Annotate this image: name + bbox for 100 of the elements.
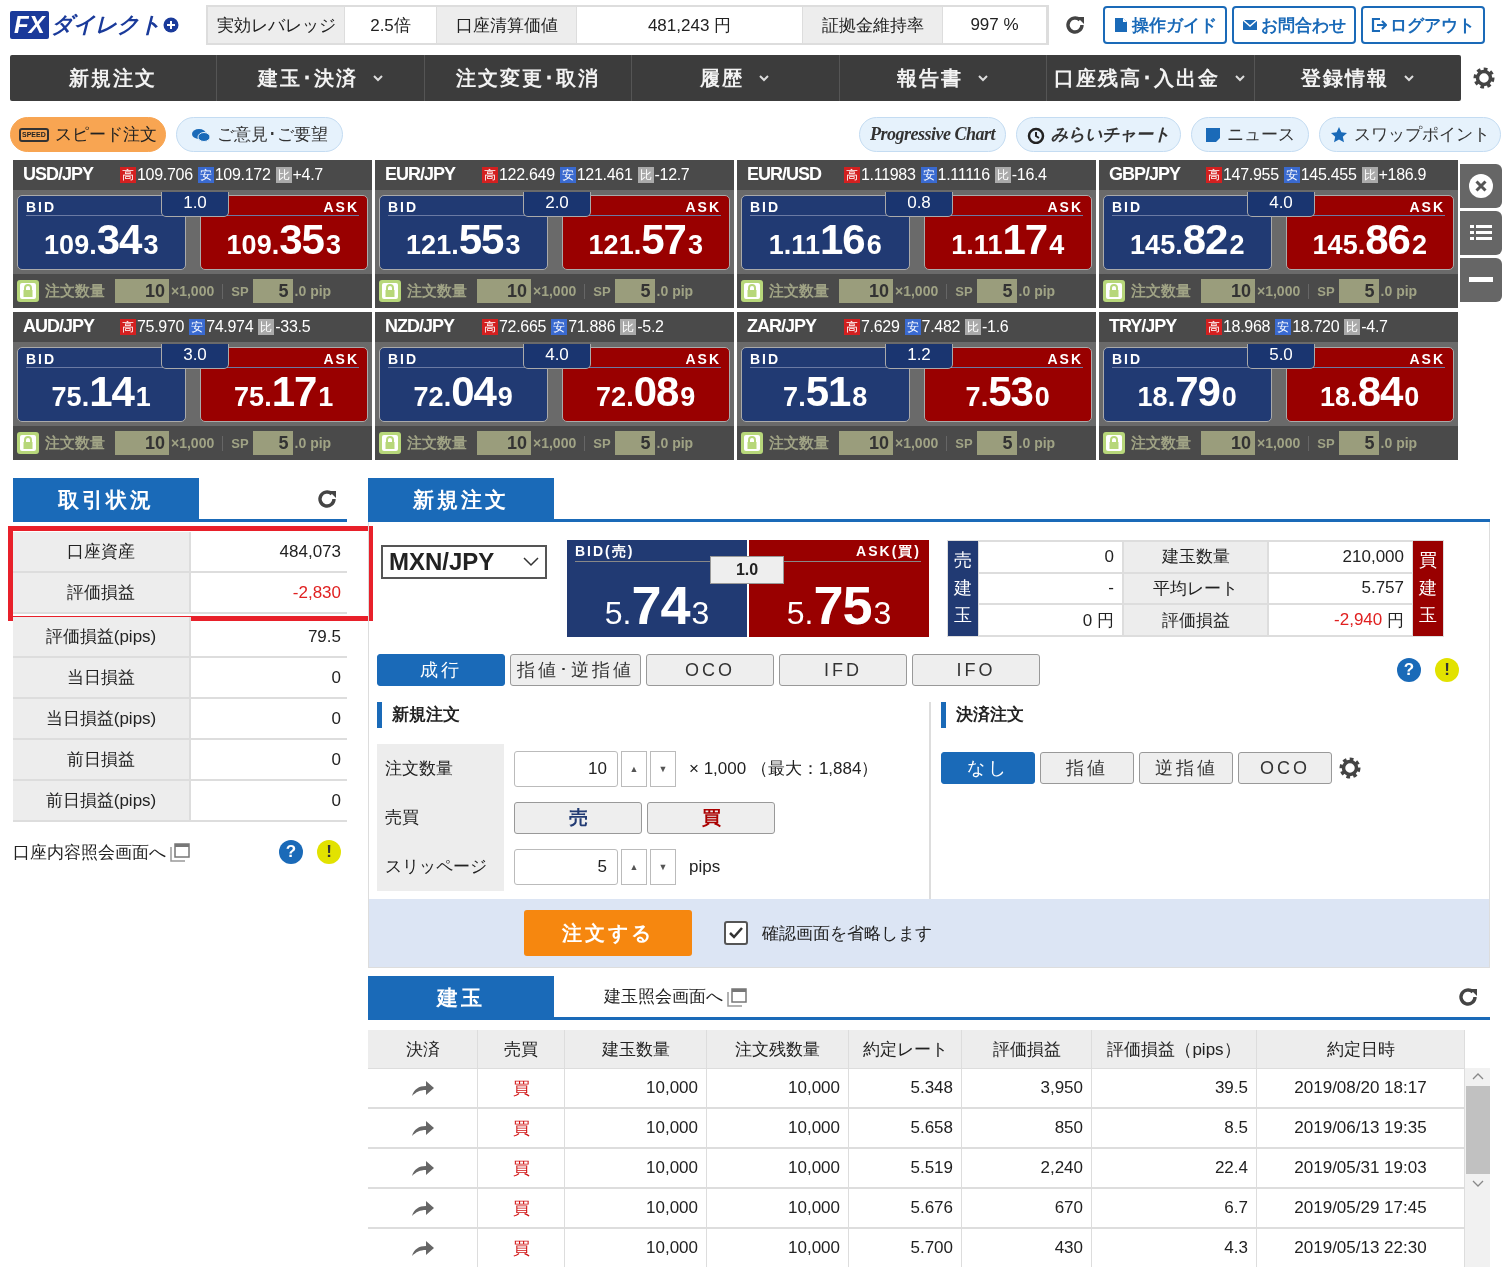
lock-icon[interactable] xyxy=(1103,280,1125,303)
slippage-field[interactable]: 5 xyxy=(252,431,293,456)
slippage-field[interactable]: 5 xyxy=(976,279,1017,304)
table-cell: 5.658 xyxy=(849,1109,962,1149)
positions-link[interactable]: 建玉照会画面へ xyxy=(604,985,723,1008)
notice-icon[interactable]: ! xyxy=(1435,658,1459,682)
nav-item[interactable]: 登録情報 xyxy=(1254,55,1461,101)
slippage-field[interactable]: 5 xyxy=(614,431,655,456)
panel-tab[interactable]: 新規注文 xyxy=(368,478,554,522)
table-cell: 5.348 xyxy=(849,1069,962,1109)
column-header: 売買 xyxy=(478,1030,565,1069)
spread-value: 3.0 xyxy=(161,343,229,369)
checkbox[interactable] xyxy=(724,921,748,945)
slippage-field[interactable]: 5 xyxy=(1338,279,1379,304)
panel-tab[interactable]: 取引状況 xyxy=(13,478,199,522)
toolbar-button[interactable]: ニュース xyxy=(1191,117,1309,152)
slippage-field[interactable]: 5 xyxy=(976,431,1017,456)
account-link[interactable]: 口座内容照会画面へ xyxy=(13,840,166,864)
panel-tab[interactable]: 建玉 xyxy=(368,976,554,1020)
share-arrow-icon[interactable] xyxy=(410,1239,435,1257)
column-header: 建玉数量 xyxy=(565,1030,707,1069)
settings-icon[interactable] xyxy=(1471,65,1497,91)
logo[interactable]: FX ダイレクト xyxy=(10,10,206,40)
lock-icon[interactable] xyxy=(17,280,39,303)
new-window-icon[interactable] xyxy=(170,842,190,862)
share-arrow-icon[interactable] xyxy=(410,1119,435,1137)
increment-button[interactable]: ▲ xyxy=(621,848,647,885)
order-type-tab[interactable]: IFD xyxy=(779,654,907,686)
toolbar-button[interactable]: スワップポイント xyxy=(1319,117,1501,152)
quantity-field[interactable]: 10 xyxy=(477,279,531,304)
toolbar-button[interactable]: みらいチャート xyxy=(1016,117,1181,152)
order-type-tab[interactable]: 成行 xyxy=(377,654,505,686)
lock-icon[interactable] xyxy=(741,432,763,455)
quantity-field[interactable]: 10 xyxy=(477,431,531,456)
quantity-field[interactable]: 10 xyxy=(1201,431,1255,456)
close-icon[interactable] xyxy=(1468,173,1494,199)
scrollbar[interactable] xyxy=(1465,1068,1490,1267)
change-badge: 比 xyxy=(620,318,637,335)
nav-item[interactable]: 建玉･決済 xyxy=(217,55,425,101)
minimize-icon[interactable] xyxy=(1469,277,1493,283)
stat-label: 実効レバレッジ xyxy=(208,7,345,43)
decrement-button[interactable]: ▼ xyxy=(650,848,676,885)
nav-item[interactable]: 口座残高･入出金 xyxy=(1047,55,1255,101)
number-field[interactable]: 10 xyxy=(514,750,618,787)
table-cell: 買 xyxy=(478,1189,565,1229)
slippage-field[interactable]: 5 xyxy=(252,279,293,304)
scroll-down-icon[interactable] xyxy=(1471,1180,1484,1188)
lock-icon[interactable] xyxy=(379,432,401,455)
header-button[interactable]: お問合わせ xyxy=(1232,6,1356,44)
pair-name: EUR/JPY xyxy=(385,164,457,186)
quantity-field[interactable]: 10 xyxy=(115,279,169,304)
toolbar-button[interactable]: ご意見･ご要望 xyxy=(175,117,343,152)
slippage-field[interactable]: 5 xyxy=(614,279,655,304)
symbol-dropdown[interactable]: MXN/JPY xyxy=(381,545,547,579)
notice-icon[interactable]: ! xyxy=(317,840,341,864)
share-arrow-icon[interactable] xyxy=(410,1199,435,1217)
exit-type-tab[interactable]: 指値 xyxy=(1040,752,1134,784)
exit-type-tab[interactable]: OCO xyxy=(1238,752,1332,784)
buy-button[interactable]: 買 xyxy=(647,801,775,834)
quantity-field[interactable]: 10 xyxy=(839,279,893,304)
order-type-tab[interactable]: IFO xyxy=(912,654,1040,686)
refresh-icon[interactable] xyxy=(1063,13,1087,37)
quantity-field[interactable]: 10 xyxy=(1201,279,1255,304)
scroll-up-icon[interactable] xyxy=(1471,1072,1484,1080)
nav-item[interactable]: 注文変更･取消 xyxy=(424,55,633,101)
quantity-field[interactable]: 10 xyxy=(115,431,169,456)
sell-button[interactable]: 売 xyxy=(514,801,642,834)
header-button[interactable]: 操作ガイド xyxy=(1103,6,1227,44)
row-label: 前日損益(pips) xyxy=(13,781,191,820)
order-type-tab[interactable]: OCO xyxy=(646,654,774,686)
header-button[interactable]: ログアウト xyxy=(1361,6,1485,44)
row-label: 当日損益(pips) xyxy=(13,699,191,738)
list-icon[interactable] xyxy=(1469,223,1493,243)
decrement-button[interactable]: ▼ xyxy=(650,750,676,787)
lock-icon[interactable] xyxy=(17,432,39,455)
spread-value: 5.0 xyxy=(1247,343,1315,369)
high-badge: 高 xyxy=(1206,318,1222,335)
help-icon[interactable]: ? xyxy=(1397,658,1421,682)
section-title: 決済注文 xyxy=(941,702,1489,728)
lock-icon[interactable] xyxy=(741,280,763,303)
exit-type-tab[interactable]: 逆指値 xyxy=(1139,752,1233,784)
lock-icon[interactable] xyxy=(1103,432,1125,455)
exit-type-tab[interactable]: なし xyxy=(941,752,1035,784)
increment-button[interactable]: ▲ xyxy=(621,750,647,787)
nav-item[interactable]: 報告書 xyxy=(839,55,1048,101)
order-type-tab[interactable]: 指値･逆指値 xyxy=(510,654,641,686)
lock-icon[interactable] xyxy=(379,280,401,303)
quantity-field[interactable]: 10 xyxy=(839,431,893,456)
nav-item[interactable]: 新規注文 xyxy=(10,55,218,101)
change-badge: 比 xyxy=(1344,318,1361,335)
share-arrow-icon[interactable] xyxy=(410,1159,435,1177)
toolbar-button[interactable]: Progressive Chart xyxy=(859,117,1006,152)
slippage-field[interactable]: 5 xyxy=(1338,431,1379,456)
scroll-thumb[interactable] xyxy=(1465,1086,1490,1174)
number-field[interactable]: 5 xyxy=(514,848,618,885)
share-arrow-icon[interactable] xyxy=(410,1079,435,1097)
help-icon[interactable]: ? xyxy=(279,840,303,864)
nav-item[interactable]: 履歴 xyxy=(632,55,840,101)
settings-icon[interactable] xyxy=(1337,755,1363,781)
new-window-icon[interactable] xyxy=(727,986,747,1007)
